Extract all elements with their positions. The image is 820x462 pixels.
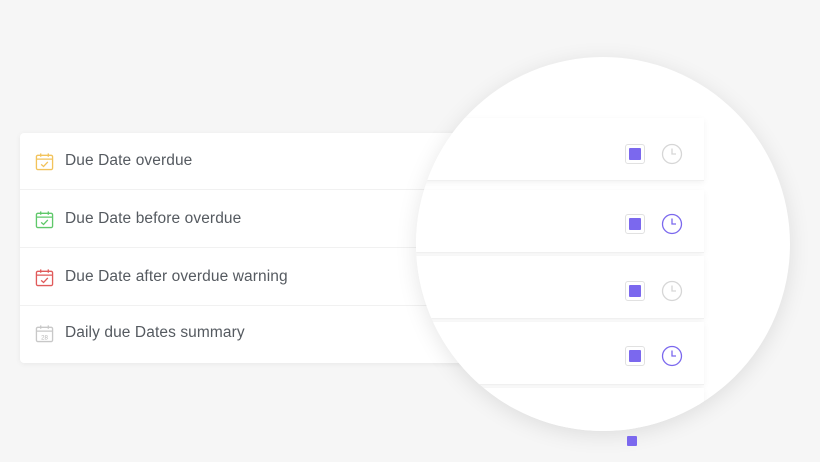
calendar-check-icon <box>35 210 54 228</box>
magnified-row <box>416 322 704 385</box>
calendar-check-icon <box>35 268 54 286</box>
clock-icon[interactable] <box>661 280 683 302</box>
magnified-row <box>416 190 704 253</box>
automation-label: Daily due Dates summary <box>65 324 245 341</box>
automation-label: Due Date before overdue <box>65 210 242 227</box>
calendar-day-number: 28 <box>41 334 48 341</box>
accent-square-icon <box>627 436 637 446</box>
clock-icon[interactable] <box>661 143 683 165</box>
clock-icon[interactable] <box>661 345 683 367</box>
status-checkbox[interactable] <box>625 346 645 366</box>
automation-label: Due Date overdue <box>65 152 193 169</box>
clock-icon[interactable] <box>661 213 683 235</box>
magnified-row <box>416 256 704 319</box>
automation-label: Due Date after overdue warning <box>65 268 288 285</box>
calendar-check-icon <box>35 152 54 170</box>
magnified-row <box>416 118 704 181</box>
magnifier-lens <box>416 57 790 431</box>
calendar-28-icon: 28 <box>35 324 54 342</box>
magnified-row <box>416 388 704 431</box>
status-checkbox[interactable] <box>625 214 645 234</box>
status-checkbox[interactable] <box>625 144 645 164</box>
status-checkbox[interactable] <box>625 281 645 301</box>
